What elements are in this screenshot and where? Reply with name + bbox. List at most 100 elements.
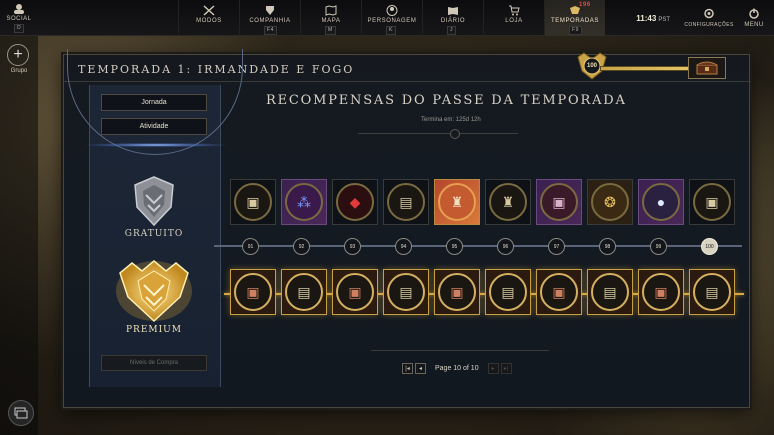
chest-icon: ▤ (489, 273, 527, 311)
free-reward-99[interactable]: ● (638, 179, 684, 225)
top-right: 11:43 PST CONFIGURAÇÕES MENU (636, 0, 774, 36)
free-reward-96[interactable]: ♜ (485, 179, 531, 225)
chest-icon: ▣ (540, 183, 578, 221)
first-page-icon: |◂ (405, 366, 410, 372)
first-page-button[interactable]: |◂ (402, 363, 413, 374)
add-group-button[interactable]: + (7, 44, 29, 66)
gem-icon: ◆ (336, 183, 374, 221)
map-icon (325, 5, 337, 16)
chest-icon: ▤ (591, 273, 629, 311)
chest-icon: ▣ (336, 273, 374, 311)
purchase-levels-button[interactable]: Níveis de Compra (101, 355, 207, 371)
level-marker: 98 (599, 238, 616, 255)
free-reward-94[interactable]: ▤ (383, 179, 429, 225)
nav-modos[interactable]: MODOS (178, 0, 239, 36)
level-marker: 99 (650, 238, 667, 255)
nav-key: F4 (264, 26, 278, 35)
level-marker: 96 (497, 238, 514, 255)
season-window: TEMPORADA 1: IRMANDADE E FOGO 100 Jornad… (63, 49, 751, 408)
premium-reward-91[interactable]: ▣ (230, 269, 276, 315)
heading-divider (358, 133, 518, 134)
nav-loja[interactable]: LOJA (483, 0, 544, 36)
nav-companhia[interactable]: COMPANHIA F4 (239, 0, 300, 36)
free-reward-92[interactable]: ⁂ (281, 179, 327, 225)
level-marker: 94 (395, 238, 412, 255)
free-shield-icon (134, 176, 174, 227)
nav-label: LOJA (505, 18, 523, 24)
chest-icon (696, 61, 718, 75)
chest-icon: ▤ (387, 273, 425, 311)
premium-reward-92[interactable]: ▤ (281, 269, 327, 315)
next-page-button[interactable]: ▸ (487, 363, 499, 374)
free-reward-100[interactable]: ▣ (689, 179, 735, 225)
divider-ornament (450, 129, 460, 139)
tab-atividade[interactable]: Atividade (101, 118, 207, 135)
menu-label: MENU (744, 22, 764, 28)
nav-label: COMPANHIA (249, 18, 291, 24)
pearl-icon: ● (642, 183, 680, 221)
free-reward-97[interactable]: ▣ (536, 179, 582, 225)
clock-timezone: PST (658, 16, 670, 23)
swords-icon (203, 5, 215, 16)
level-marker: 91 (242, 238, 259, 255)
chest-icon: ▤ (693, 273, 731, 311)
premium-reward-94[interactable]: ▤ (383, 269, 429, 315)
rewards-chest-button[interactable] (688, 57, 726, 79)
social-label: SOCIAL (6, 15, 32, 22)
nav-label: TEMPORADAS (550, 18, 599, 24)
left-sidebar: + Grupo (0, 36, 38, 435)
level-progress-bar (600, 66, 696, 71)
nav-key: F9 (569, 26, 583, 35)
notification-badge: 196 (579, 2, 591, 8)
nav-temporadas[interactable]: 196 TEMPORADAS F9 (544, 0, 605, 36)
premium-reward-98[interactable]: ▤ (587, 269, 633, 315)
nav-key: M (325, 26, 336, 35)
settings-button[interactable]: CONFIGURAÇÕES (684, 0, 734, 36)
nav-mapa[interactable]: MAPA M (300, 0, 361, 36)
premium-reward-97[interactable]: ▣ (536, 269, 582, 315)
chevron-left-icon: ◂ (418, 366, 422, 372)
premium-shield-icon (116, 260, 192, 323)
chat-button[interactable] (8, 400, 34, 426)
nav-personagem[interactable]: PERSONAGEM K (361, 0, 422, 36)
power-icon (749, 8, 759, 19)
armor-icon: ♜ (438, 183, 476, 221)
chest-icon: ▣ (234, 273, 272, 311)
level-number: 100 (586, 63, 597, 69)
coins-icon: ❂ (591, 183, 629, 221)
last-page-button[interactable]: ▸| (500, 363, 512, 374)
premium-reward-93[interactable]: ▣ (332, 269, 378, 315)
group-label: Grupo (10, 68, 28, 74)
premium-reward-100[interactable]: ▤ (689, 269, 735, 315)
free-rewards-row: ▣ ⁂ ◆ ▤ ♜ ♜ ▣ ❂ ● ▣ (230, 179, 740, 225)
chat-icon (14, 407, 28, 419)
prev-page-button[interactable]: ◂ (415, 363, 426, 374)
premium-reward-95[interactable]: ▣ (434, 269, 480, 315)
premium-track-label: PREMIUM (126, 325, 182, 335)
social-icon (14, 3, 24, 14)
pager-divider (371, 350, 549, 351)
last-page-icon: ▸| (503, 366, 509, 372)
nav-label: PERSONAGEM (367, 18, 417, 24)
potion-bundle-icon: ⁂ (285, 183, 323, 221)
cart-icon (509, 5, 520, 16)
chest-icon: ▣ (234, 183, 272, 221)
settings-label: CONFIGURAÇÕES (684, 22, 734, 28)
premium-reward-96[interactable]: ▤ (485, 269, 531, 315)
page-indicator: Page 10 of 10 (435, 365, 479, 372)
free-reward-95[interactable]: ♜ (434, 179, 480, 225)
social-button[interactable]: SOCIAL O (0, 0, 38, 35)
free-reward-93[interactable]: ◆ (332, 179, 378, 225)
menu-button[interactable]: MENU (734, 0, 774, 36)
level-marker: 97 (548, 238, 565, 255)
free-reward-91[interactable]: ▣ (230, 179, 276, 225)
main-nav: MODOS COMPANHIA F4 MAPA M PERSONAGEM K D… (178, 0, 605, 36)
nav-diario[interactable]: DIÁRIO J (422, 0, 483, 36)
tab-jornada[interactable]: Jornada (101, 94, 207, 111)
nav-label: MODOS (196, 18, 222, 24)
chest-icon: ▣ (540, 273, 578, 311)
free-reward-98[interactable]: ❂ (587, 179, 633, 225)
premium-reward-99[interactable]: ▣ (638, 269, 684, 315)
chest-icon: ▤ (285, 273, 323, 311)
clock: 11:43 PST (636, 14, 670, 23)
